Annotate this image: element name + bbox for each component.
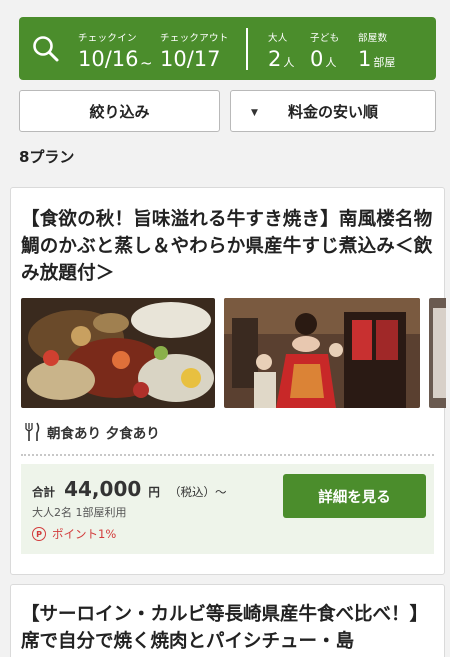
children-field[interactable]: 子ども 0人 <box>310 30 339 70</box>
points-icon: P <box>32 527 46 541</box>
plan-card[interactable]: 【サーロイン・カルビ等長崎県産牛食べ比べ！】席で自分で焼く焼肉とパイシチュー・島 <box>10 584 445 657</box>
caret-down-icon: ▼ <box>251 108 258 118</box>
children-label: 子ども <box>310 33 340 44</box>
points-text: ポイント1% <box>52 527 117 541</box>
plan-photo-drink-bar[interactable] <box>224 298 420 408</box>
children-unit: 人 <box>325 56 337 69</box>
adults-field[interactable]: 大人 2人 <box>268 30 294 70</box>
filter-button[interactable]: 絞り込み <box>19 90 220 132</box>
hotel-plan-list-page: チェックイン 10/16 ~ チェックアウト 10/17 大人 2人 子ども 0… <box>0 0 450 657</box>
plan-photo-food[interactable] <box>21 298 215 408</box>
checkin-label: チェックイン <box>78 33 137 44</box>
checkin-field[interactable]: チェックイン 10/16 <box>78 30 139 70</box>
dotted-divider <box>21 454 434 456</box>
adults-label: 大人 <box>268 33 288 44</box>
adults-count: 2 <box>268 47 282 71</box>
checkin-date: 10/16 <box>78 47 139 71</box>
checkout-field[interactable]: チェックアウト 10/17 <box>160 30 229 70</box>
view-details-label: 詳細を見る <box>318 489 391 506</box>
price-line: 合計 44,000 円 （税込）～ <box>32 477 226 501</box>
adults-unit: 人 <box>283 56 295 69</box>
rooms-label: 部屋数 <box>358 33 388 44</box>
rooms-field[interactable]: 部屋数 1 部屋 <box>358 30 395 70</box>
date-separator: ~ <box>140 54 153 72</box>
sort-button[interactable]: ▼ 料金の安い順 <box>230 90 436 132</box>
plan-photo-carousel[interactable] <box>21 298 446 408</box>
sort-button-label: 料金の安い順 <box>287 102 378 121</box>
plan-title[interactable]: 【サーロイン・カルビ等長崎県産牛食べ比べ！】席で自分で焼く焼肉とパイシチュー・島 <box>21 601 441 655</box>
plan-title[interactable]: 【食欲の秋！旨味溢れる牛すき焼き】南風楼名物鯛のかぶと蒸し＆やわらか県産牛すじ煮… <box>21 206 441 287</box>
filter-button-label: 絞り込み <box>89 102 150 121</box>
view-details-button[interactable]: 詳細を見る <box>283 474 426 518</box>
rooms-count: 1 <box>358 47 372 71</box>
search-icon <box>33 36 59 62</box>
plan-card[interactable]: 【食欲の秋！旨味溢れる牛すき焼き】南風楼名物鯛のかぶと蒸し＆やわらか県産牛すじ煮… <box>10 187 446 575</box>
price-tax-note: （税込）～ <box>168 485 227 499</box>
children-count: 0 <box>310 47 324 71</box>
price-occupancy: 大人2名 1部屋利用 <box>32 506 127 519</box>
points-info: P ポイント1% <box>32 526 116 542</box>
price-currency: 円 <box>148 485 160 499</box>
rooms-unit: 部屋 <box>373 56 396 69</box>
checkout-date: 10/17 <box>160 47 221 71</box>
price-amount: 44,000 <box>64 477 142 501</box>
price-total-label: 合計 <box>32 485 55 499</box>
checkout-label: チェックアウト <box>160 33 229 44</box>
meal-text: 朝食あり 夕食あり <box>47 426 160 442</box>
meal-info: 朝食あり 夕食あり <box>23 422 160 442</box>
search-divider <box>246 28 248 70</box>
plan-count: 8プラン <box>19 148 75 166</box>
plan-photo-next[interactable] <box>429 298 446 408</box>
fork-knife-icon <box>25 422 40 441</box>
price-panel: 合計 44,000 円 （税込）～ 大人2名 1部屋利用 P ポイント1% 詳細… <box>21 464 434 554</box>
search-condition-bar[interactable]: チェックイン 10/16 ~ チェックアウト 10/17 大人 2人 子ども 0… <box>19 17 436 80</box>
